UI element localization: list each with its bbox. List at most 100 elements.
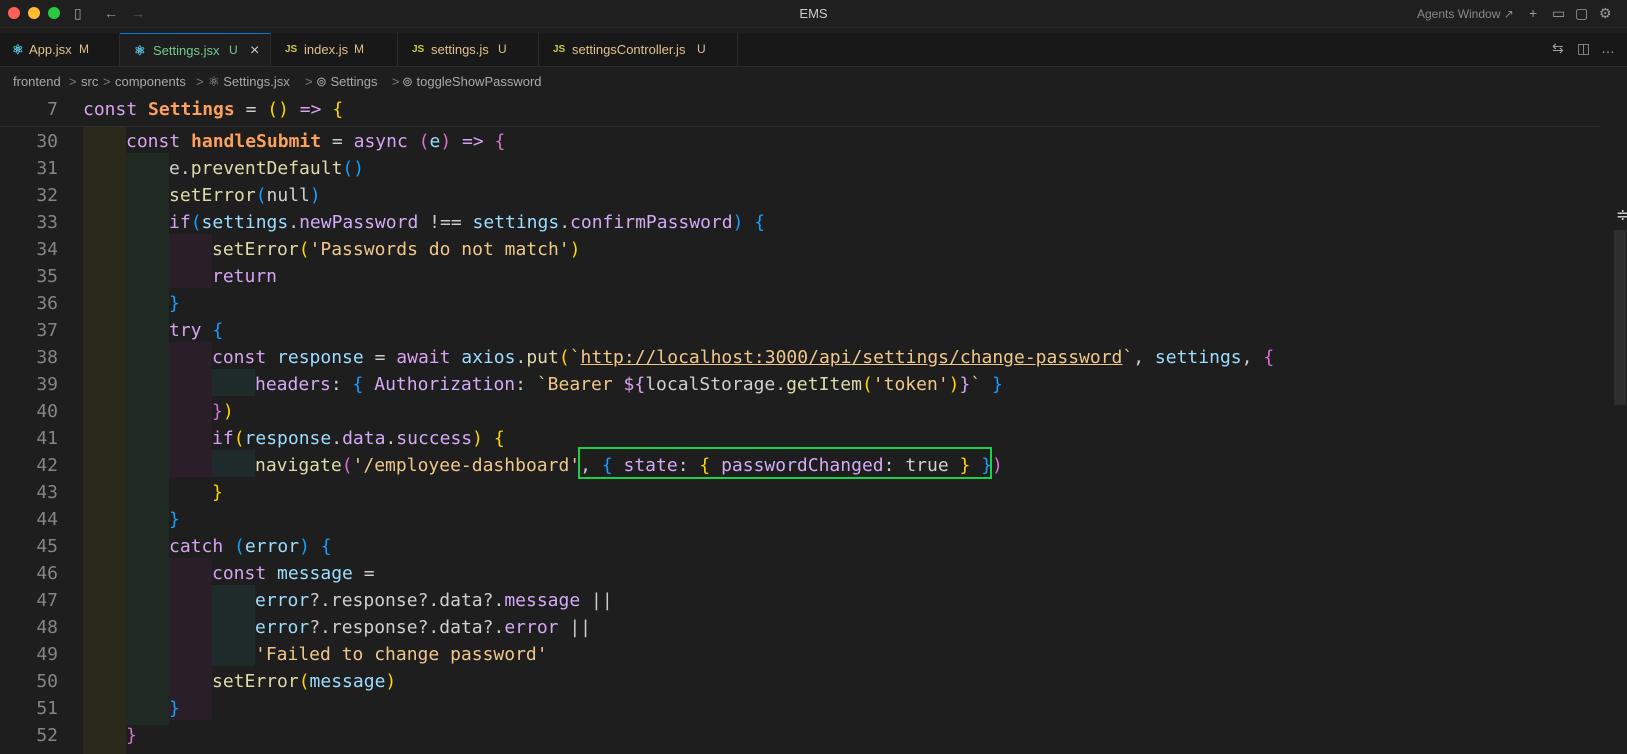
tab-badge: U — [498, 42, 507, 56]
react-icon: ⚛ — [134, 43, 146, 58]
line-number: 40 — [36, 401, 58, 422]
tab-label: settingsController.js — [572, 42, 686, 57]
indent-guide — [212, 585, 255, 666]
code-line: setError(message) — [212, 671, 397, 692]
line-number: 33 — [36, 212, 58, 233]
js-icon: JS — [553, 44, 566, 55]
code-line: try { — [169, 320, 224, 341]
code-line: error?.response?.data?.error || — [255, 617, 592, 638]
tab-label: index.js — [304, 42, 349, 57]
tab-label: Settings.jsx — [153, 43, 220, 58]
code-line: setError('Passwords do not match') — [212, 239, 581, 260]
react-icon: ⚛ — [12, 42, 24, 57]
indent-guide — [212, 369, 255, 396]
tab-badge: U — [229, 43, 238, 57]
breadcrumb-item-components[interactable]: components — [115, 70, 186, 94]
line-number: 32 — [36, 185, 58, 206]
line-number: 30 — [36, 131, 58, 152]
code-line: } — [212, 482, 223, 503]
line-number: 44 — [36, 509, 58, 530]
tab-settings-jsx[interactable]: ⚛ Settings.jsx U × — [120, 33, 271, 66]
code-line: setError(null) — [169, 185, 321, 206]
breadcrumb-item-src[interactable]: src — [81, 70, 98, 94]
indent-guide — [126, 153, 169, 725]
line-number: 37 — [36, 320, 58, 341]
indent-guide — [169, 558, 212, 720]
tab-badge: M — [79, 42, 89, 56]
line-number: 46 — [36, 563, 58, 584]
vertical-scrollbar[interactable] — [1614, 230, 1626, 405]
breadcrumb-item-settings-symbol[interactable]: ⊚ Settings — [316, 70, 377, 94]
chevron-right-icon: > — [103, 74, 111, 89]
js-icon: JS — [285, 44, 298, 55]
code-line: headers: { Authorization: `Bearer ${loca… — [255, 374, 1003, 395]
line-number: 34 — [36, 239, 58, 260]
panel-icon[interactable]: ▭ — [1552, 4, 1565, 22]
line-number: 35 — [36, 266, 58, 287]
tab-badge: M — [354, 42, 364, 56]
line-number: 43 — [36, 482, 58, 503]
code-line: } — [126, 725, 137, 746]
code-line: catch (error) { — [169, 536, 332, 557]
code-line: } — [169, 293, 180, 314]
tab-index-js[interactable]: JS index.js M — [271, 33, 398, 66]
scroll-position-marker-icon: ≑ — [1616, 207, 1627, 224]
title-bar: ▯ ← → EMS Agents Window ↗ + ▭ ▢ ⚙ — [0, 0, 1627, 28]
code-line: const Settings = () => { — [83, 99, 344, 120]
tab-label: App.jsx — [29, 42, 72, 57]
line-number: 45 — [36, 536, 58, 557]
line-number: 52 — [36, 725, 58, 746]
line-number: 49 — [36, 644, 58, 665]
tab-label: settings.js — [431, 42, 489, 57]
indent-guide — [83, 126, 126, 754]
close-icon[interactable]: × — [250, 34, 259, 67]
code-line: error?.response?.data?.message || — [255, 590, 613, 611]
line-number: 50 — [36, 671, 58, 692]
tab-app-jsx[interactable]: ⚛ App.jsx M — [0, 33, 120, 66]
code-line: 'Failed to change password' — [255, 644, 548, 665]
code-line: }) — [212, 401, 234, 422]
compare-changes-icon[interactable]: ⇆ — [1552, 40, 1564, 57]
code-line: return — [212, 266, 278, 287]
line-number: 51 — [36, 698, 58, 719]
line-number: 41 — [36, 428, 58, 449]
line-number: 31 — [36, 158, 58, 179]
line-number: 38 — [36, 347, 58, 368]
code-line: const response = await axios.put(`http:/… — [212, 347, 1275, 368]
code-line: const handleSubmit = async (e) => { — [126, 131, 506, 152]
chevron-right-icon: > — [196, 74, 204, 89]
code-editor[interactable]: 7 const Settings = () => { 30 31 32 33 3… — [0, 99, 1600, 754]
agents-window-link[interactable]: Agents Window ↗ — [1417, 7, 1514, 21]
breadcrumb-item-frontend[interactable]: frontend — [13, 70, 61, 94]
highlight-box — [578, 447, 992, 479]
chat-icon[interactable]: ▢ — [1575, 4, 1588, 22]
code-line: if(response.data.success) { — [212, 428, 505, 449]
js-icon: JS — [412, 44, 425, 55]
line-number: 47 — [36, 590, 58, 611]
gear-icon[interactable]: ⚙ — [1599, 4, 1612, 22]
breadcrumb: frontend > src > components > ⚛ Settings… — [0, 70, 1627, 94]
line-number: 36 — [36, 293, 58, 314]
chevron-right-icon: > — [69, 74, 77, 89]
split-editor-icon[interactable]: ◫ — [1577, 40, 1590, 57]
code-line: if(settings.newPassword !== settings.con… — [169, 212, 766, 233]
chevron-right-icon: > — [305, 74, 313, 89]
code-line: } — [169, 698, 180, 719]
sticky-scroll-header[interactable]: 7 const Settings = () => { — [0, 99, 1600, 127]
indent-guide — [212, 450, 255, 477]
line-number: 7 — [47, 99, 58, 120]
tab-settings-controller-js[interactable]: JS settingsController.js U — [539, 33, 738, 66]
code-line: } — [169, 509, 180, 530]
line-number: 48 — [36, 617, 58, 638]
indent-guide — [169, 342, 212, 477]
more-actions-icon[interactable]: … — [1601, 40, 1615, 56]
line-number: 39 — [36, 374, 58, 395]
editor-tab-bar: ⚛ App.jsx M ⚛ Settings.jsx U × JS index.… — [0, 33, 1627, 67]
indent-guide — [169, 234, 212, 288]
breadcrumb-item-settings-jsx[interactable]: ⚛ Settings.jsx — [208, 70, 290, 94]
breadcrumb-item-toggle-show-password[interactable]: ⊚ toggleShowPassword — [402, 70, 542, 94]
line-number: 42 — [36, 455, 58, 476]
tab-settings-js[interactable]: JS settings.js U — [398, 33, 539, 66]
plus-icon[interactable]: + — [1529, 4, 1537, 22]
window-title: EMS — [799, 6, 828, 21]
